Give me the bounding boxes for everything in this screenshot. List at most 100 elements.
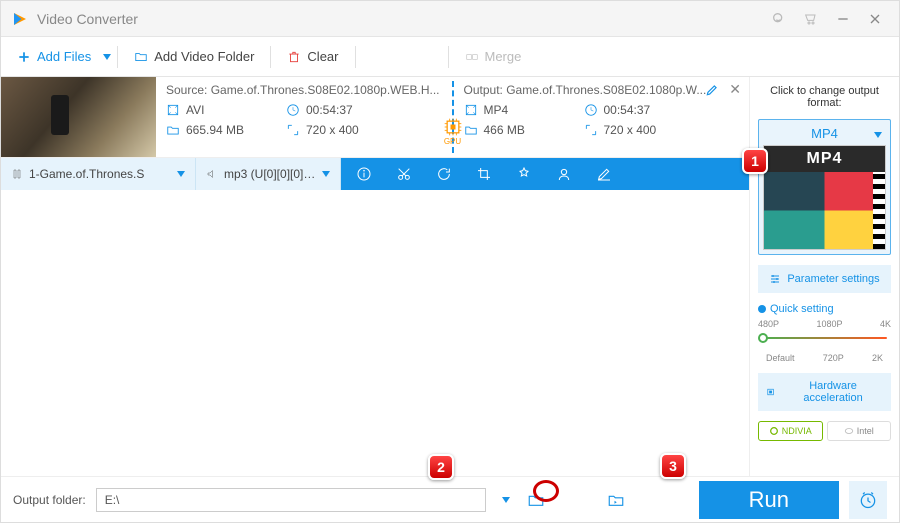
format-icon — [166, 103, 180, 117]
source-filename: Game.of.Thrones.S08E02.1080p.WEB.H... — [211, 83, 440, 97]
hw-label: Hardware acceleration — [782, 380, 884, 404]
gpu-label: GPU — [444, 137, 461, 146]
annotation-badge-2: 2 — [428, 454, 454, 480]
folder-icon — [134, 50, 148, 64]
subtitle-edit-button[interactable] — [595, 165, 613, 183]
footer: Output folder: Run — [1, 476, 899, 522]
minimize-button[interactable] — [829, 5, 857, 33]
intel-chip[interactable]: Intel — [827, 421, 892, 441]
browse-folder-button[interactable] — [526, 490, 546, 510]
add-files-label: Add Files — [37, 49, 91, 64]
quality-slider[interactable] — [758, 329, 891, 353]
chevron-down-icon — [322, 171, 330, 177]
clock-icon — [286, 103, 300, 117]
resolution-icon — [286, 123, 300, 137]
out-resolution: 720 x 400 — [604, 123, 657, 137]
video-thumbnail[interactable] — [1, 77, 156, 157]
output-filename: Game.of.Thrones.S08E02.1080p.W... — [506, 83, 706, 97]
plus-icon — [17, 50, 31, 64]
format-icon — [464, 103, 478, 117]
remove-file-button[interactable]: ✕ — [729, 81, 741, 98]
titlebar: Video Converter — [1, 1, 899, 37]
subtitle-track-selector[interactable]: 1-Game.of.Thrones.S — [1, 158, 196, 190]
run-button[interactable]: Run — [699, 481, 839, 519]
add-files-button[interactable]: Add Files — [7, 43, 101, 70]
sliders-icon — [769, 273, 781, 285]
chevron-down-icon — [502, 497, 510, 503]
cut-button[interactable] — [395, 165, 413, 183]
out-format: MP4 — [484, 103, 509, 117]
rotate-button[interactable] — [435, 165, 453, 183]
effects-button[interactable] — [515, 165, 533, 183]
output-format-selector[interactable]: MP4 MP4 — [758, 119, 891, 255]
output-label: Output: — [464, 83, 503, 97]
annotation-badge-1: 1 — [742, 148, 768, 174]
trash-icon — [287, 50, 301, 64]
intel-icon — [844, 426, 854, 436]
parameter-settings-button[interactable]: Parameter settings — [758, 265, 891, 293]
run-label: Run — [749, 487, 789, 513]
merge-button[interactable]: Merge — [455, 43, 532, 70]
schedule-button[interactable] — [849, 481, 887, 519]
source-label: Source: — [166, 83, 207, 97]
nvidia-chip[interactable]: NDIVIA — [758, 421, 823, 441]
chevron-down-icon — [874, 132, 882, 138]
app-window: Video Converter Add Files Add Video Fold… — [0, 0, 900, 523]
app-logo-icon — [11, 10, 29, 28]
watermark-button[interactable] — [555, 165, 573, 183]
info-button[interactable] — [355, 165, 373, 183]
gpu-indicator: GPU — [441, 117, 465, 147]
hardware-accel-button[interactable]: Hardware acceleration — [758, 373, 891, 411]
app-title: Video Converter — [37, 11, 761, 27]
file-list: Source: Game.of.Thrones.S08E02.1080p.WEB… — [1, 77, 749, 476]
annotation-badge-3: 3 — [660, 453, 686, 479]
clear-button[interactable]: Clear — [277, 43, 348, 70]
add-files-dropdown[interactable] — [103, 54, 111, 60]
size-icon — [166, 123, 180, 137]
file-subbar: 1-Game.of.Thrones.S mp3 (U[0][0][0] / 0x… — [1, 158, 749, 190]
out-duration: 00:54:37 — [604, 103, 651, 117]
nvidia-icon — [769, 426, 779, 436]
out-size: 466 MB — [484, 123, 525, 137]
quick-setting: Quick setting 480P1080P4K Default720P2K — [758, 303, 891, 363]
src-duration: 00:54:37 — [306, 103, 353, 117]
src-resolution: 720 x 400 — [306, 123, 359, 137]
audio-icon — [206, 168, 218, 180]
format-name: MP4 — [811, 126, 838, 141]
open-output-button[interactable] — [606, 490, 626, 510]
toolbar: Add Files Add Video Folder Clear Merge — [1, 37, 899, 77]
crop-button[interactable] — [475, 165, 493, 183]
src-size: 665.94 MB — [186, 123, 244, 137]
size-icon — [464, 123, 478, 137]
output-folder-input[interactable] — [96, 488, 486, 512]
close-button[interactable] — [861, 5, 889, 33]
quick-title: Quick setting — [758, 303, 891, 315]
file-item[interactable]: Source: Game.of.Thrones.S08E02.1080p.WEB… — [1, 77, 749, 158]
merge-label: Merge — [485, 49, 522, 64]
clear-label: Clear — [307, 49, 338, 64]
source-info: Source: Game.of.Thrones.S08E02.1080p.WEB… — [156, 77, 452, 157]
output-sidebar: Click to change output format: MP4 MP4 P… — [749, 77, 899, 476]
help-icon[interactable] — [765, 5, 793, 33]
add-folder-label: Add Video Folder — [154, 49, 254, 64]
edit-tools — [341, 158, 749, 190]
param-label: Parameter settings — [787, 273, 879, 285]
cart-icon[interactable] — [797, 5, 825, 33]
subtitle-icon — [11, 168, 23, 180]
resolution-icon — [584, 123, 598, 137]
clock-icon — [584, 103, 598, 117]
edit-output-button[interactable] — [705, 83, 719, 102]
add-folder-button[interactable]: Add Video Folder — [124, 43, 264, 70]
chevron-down-icon — [177, 171, 185, 177]
format-badge: MP4 — [764, 146, 885, 172]
src-format: AVI — [186, 103, 204, 117]
track-label: 1-Game.of.Thrones.S — [29, 167, 171, 181]
audio-label: mp3 (U[0][0][0] / 0x0 — [224, 167, 316, 181]
format-preview: MP4 — [763, 145, 886, 250]
output-folder-label: Output folder: — [13, 493, 86, 507]
audio-track-selector[interactable]: mp3 (U[0][0][0] / 0x0 — [196, 158, 341, 190]
chip-icon — [765, 386, 776, 398]
merge-icon — [465, 50, 479, 64]
output-folder-dropdown[interactable] — [496, 490, 516, 510]
format-hint: Click to change output format: — [758, 85, 891, 109]
